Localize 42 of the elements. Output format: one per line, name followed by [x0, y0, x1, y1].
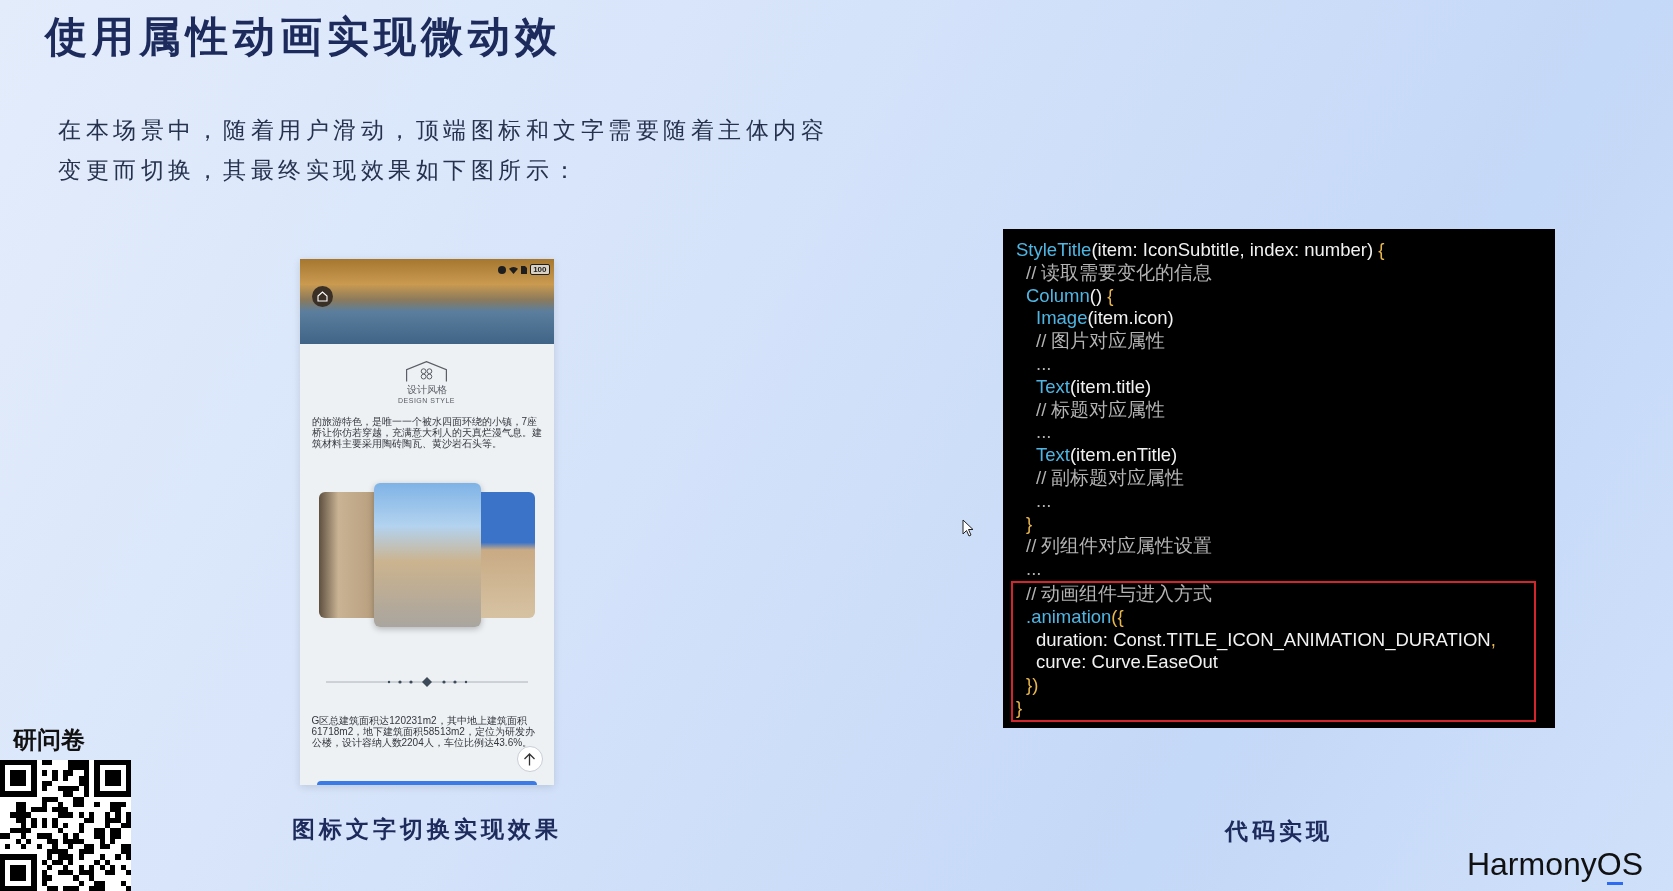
home-icon	[316, 291, 328, 302]
code-line: })	[1026, 674, 1039, 697]
section-title: 设计风格	[406, 384, 447, 396]
code-line: // 列组件对应属性设置	[1026, 535, 1213, 559]
code-line: // 图片对应属性	[1036, 330, 1166, 353]
arrow-up-icon	[523, 752, 536, 766]
code-line: curve: Curve.EaseOut	[1036, 651, 1218, 675]
demo-caption: 图标文字切换实现效果	[291, 815, 562, 844]
code-line: ...	[1036, 421, 1052, 445]
battery-label: 100	[530, 264, 550, 275]
code-line: ...	[1026, 558, 1042, 581]
house-icon	[406, 361, 447, 382]
code-line: Text(item.title)	[1036, 375, 1152, 399]
home-button[interactable]	[311, 286, 333, 307]
intro-text: 的旅游特色，是唯一一个被水四面环绕的小镇，7座桥让你仿若穿越，充满意大利人的天真烂漫气息。建筑材料主要采用陶砖陶瓦、黄沙岩石头等。	[310, 416, 543, 449]
slide-title: 使用属性动画实现微动效	[45, 12, 562, 62]
code-line: }	[1026, 512, 1033, 536]
circle-icon	[498, 265, 507, 274]
code-line: .animation({	[1026, 605, 1124, 629]
wifi-icon	[509, 265, 519, 274]
code-line: Image(item.icon)	[1036, 307, 1174, 331]
mouse-pointer-icon	[962, 519, 974, 537]
code-line: StyleTitle(item: IconSubtitle, index: number) {	[1016, 239, 1385, 262]
code-line: duration: Const.TITLE_ICON_ANIMATION_DURATION,	[1036, 628, 1496, 652]
code-caption: 代码实现	[1225, 816, 1333, 846]
logo-text: HarmonyOS	[1466, 848, 1643, 880]
code-line: ...	[1036, 489, 1052, 513]
code-line: }	[1016, 696, 1023, 720]
logo-underline-icon	[1606, 882, 1623, 885]
scroll-top-button[interactable]	[516, 746, 543, 772]
code-line: Column() {	[1026, 284, 1114, 308]
body-text: G区总建筑面积达120231m2，其中地上建筑面积61718m2，地下建筑面积58513m2，定位为研发办公楼，设计容纳人数2204人，车位比例达43.6%。	[310, 715, 536, 748]
code-line: // 标题对应属性	[1036, 398, 1166, 422]
sim-card-icon	[521, 265, 528, 274]
qr-code-icon	[0, 760, 131, 891]
code-line: Text(item.enTitle)	[1036, 444, 1178, 467]
intro-paragraph: 在本场景中，随着用户滑动，顶端图标和文字需要随着主体内容变更而切换，其最终实现效果如下图所示：	[58, 116, 829, 185]
survey-label: 研问卷	[13, 725, 86, 755]
code-line: // 动画组件与进入方式	[1026, 582, 1213, 606]
code-line: ...	[1036, 353, 1052, 376]
code-line: // 副标题对应属性	[1036, 466, 1185, 490]
code-line: // 读取需要变化的信息	[1026, 261, 1213, 285]
